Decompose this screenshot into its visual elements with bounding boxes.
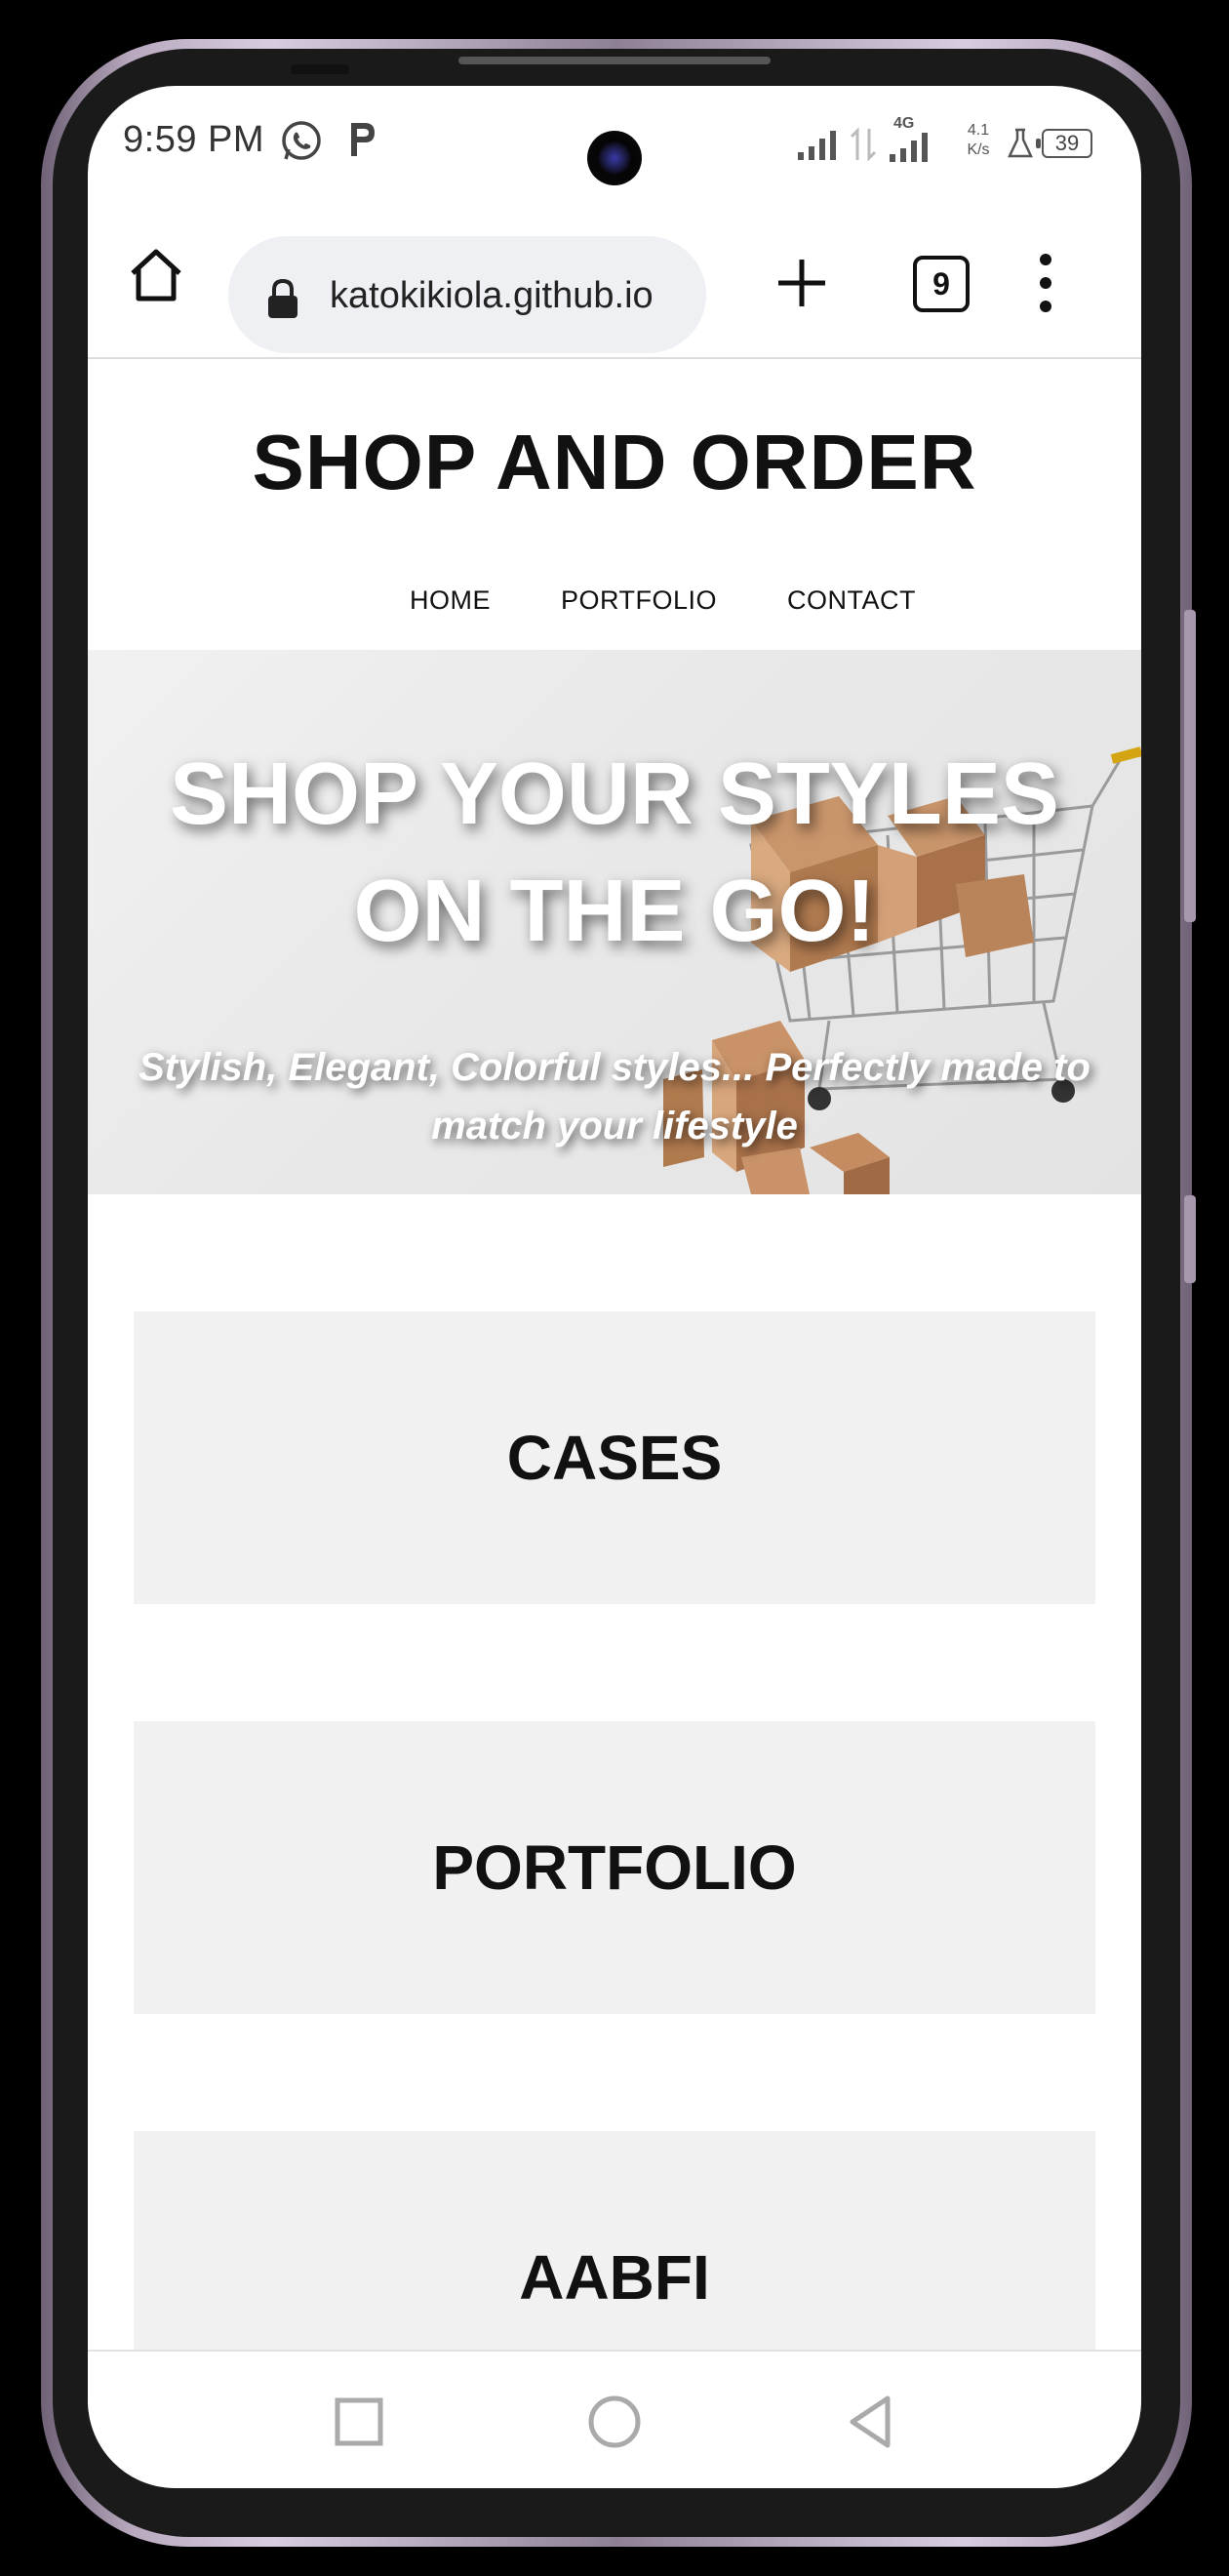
nav-link-home[interactable]: HOME bbox=[410, 585, 491, 616]
home-circle-icon[interactable] bbox=[585, 2393, 644, 2451]
address-bar[interactable]: katokikiola.github.io bbox=[228, 236, 706, 353]
site-nav: HOME PORTFOLIO CONTACT bbox=[410, 585, 916, 616]
card-label: CASES bbox=[506, 1423, 723, 1493]
signal-icon bbox=[798, 131, 836, 160]
system-navigation-bar bbox=[88, 2350, 1141, 2488]
speaker-grille bbox=[458, 57, 771, 64]
back-icon[interactable] bbox=[841, 2393, 899, 2451]
recents-icon[interactable] bbox=[330, 2393, 388, 2451]
card-cases[interactable]: CASES bbox=[134, 1311, 1095, 1604]
volume-button bbox=[1184, 610, 1196, 922]
sensor-slot bbox=[291, 64, 349, 74]
data-transfer-icon bbox=[850, 127, 877, 162]
tab-switcher-button[interactable]: 9 bbox=[913, 256, 970, 312]
p-icon bbox=[351, 123, 375, 156]
new-tab-icon[interactable] bbox=[774, 256, 829, 310]
card-label: AABFI bbox=[519, 2242, 710, 2313]
signal-icon bbox=[890, 133, 928, 162]
front-camera bbox=[587, 131, 642, 185]
hero-banner: SHOP YOUR STYLES ON THE GO! Stylish, Ele… bbox=[88, 650, 1141, 1194]
battery-icon: 39 bbox=[1036, 129, 1092, 158]
nav-link-contact[interactable]: CONTACT bbox=[787, 585, 916, 616]
hero-subtitle: Stylish, Elegant, Colorful styles... Per… bbox=[139, 1046, 1090, 1147]
flask-icon bbox=[1008, 128, 1033, 158]
nav-link-portfolio[interactable]: PORTFOLIO bbox=[561, 585, 717, 616]
status-time: 9:59 PM bbox=[123, 119, 265, 160]
power-button bbox=[1184, 1195, 1196, 1283]
card-label: PORTFOLIO bbox=[432, 1832, 797, 1903]
home-icon[interactable] bbox=[127, 246, 185, 304]
phone-screen: 9:59 PM 4G 4.1 K/s 39 katokikiola.github… bbox=[88, 86, 1141, 2488]
url-text: katokikiola.github.io bbox=[330, 275, 654, 316]
more-menu-icon[interactable] bbox=[1034, 252, 1057, 314]
lock-icon bbox=[268, 278, 297, 318]
site-title: SHOP AND ORDER bbox=[252, 419, 977, 505]
card-portfolio[interactable]: PORTFOLIO bbox=[134, 1721, 1095, 2014]
hero-title: SHOP YOUR STYLES ON THE GO! bbox=[170, 745, 1059, 960]
browser-toolbar: katokikiola.github.io 9 bbox=[88, 203, 1141, 359]
status-bar: 9:59 PM 4G 4.1 K/s 39 bbox=[88, 86, 1141, 203]
net-speed: 4.1 K/s bbox=[967, 122, 990, 158]
whatsapp-icon bbox=[282, 121, 321, 160]
